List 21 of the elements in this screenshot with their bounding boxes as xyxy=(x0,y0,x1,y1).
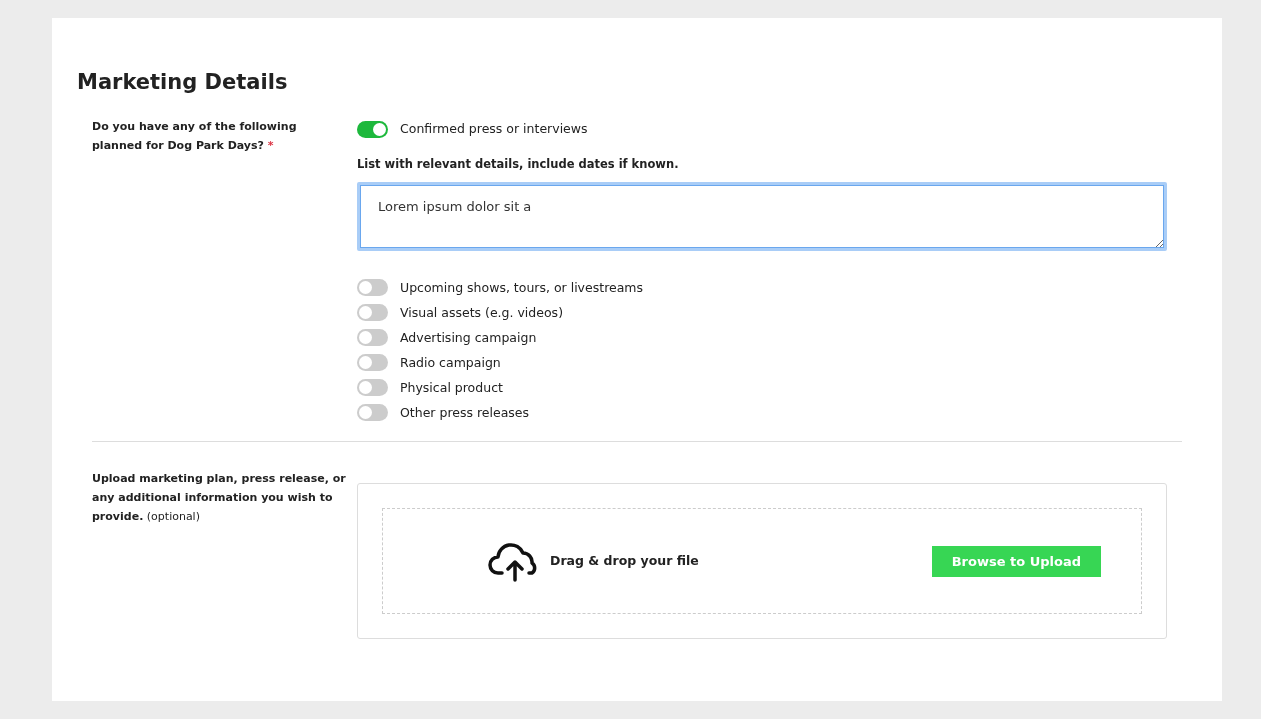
toggle-switch[interactable] xyxy=(357,354,388,372)
upload-label: Upload marketing plan, press release, or any additional information you wish to provide. (optional) xyxy=(92,472,346,524)
option-label: Radio campaign xyxy=(400,353,501,372)
option-label: Other press releases xyxy=(400,403,530,422)
option-label: Upcoming shows, tours, or livestreams xyxy=(400,278,644,297)
toggle-switch[interactable] xyxy=(357,404,388,422)
option-label: Physical product xyxy=(400,378,503,397)
option-label: Visual assets (e.g. videos) xyxy=(400,303,563,322)
toggle-switch[interactable] xyxy=(357,121,388,139)
details-label: List with relevant details, include dates if known. xyxy=(357,156,680,174)
details-textarea[interactable]: Lorem ipsum dolor sit a xyxy=(357,182,1167,252)
option-label: Confirmed press or interviews xyxy=(400,120,588,139)
option-label: Advertising campaign xyxy=(400,328,537,347)
drop-text: Drag & drop your file xyxy=(550,552,699,571)
toggle-switch[interactable] xyxy=(357,279,388,297)
toggle-switch[interactable] xyxy=(357,379,388,397)
drop-zone[interactable]: Drag & drop your file Browse to Upload xyxy=(382,508,1142,615)
toggle-switch[interactable] xyxy=(357,304,388,322)
toggle-switch[interactable] xyxy=(357,329,388,347)
section-heading: Marketing Details xyxy=(77,70,289,96)
question-label: Do you have any of the following planned for Dog Park Days? * xyxy=(92,120,297,153)
